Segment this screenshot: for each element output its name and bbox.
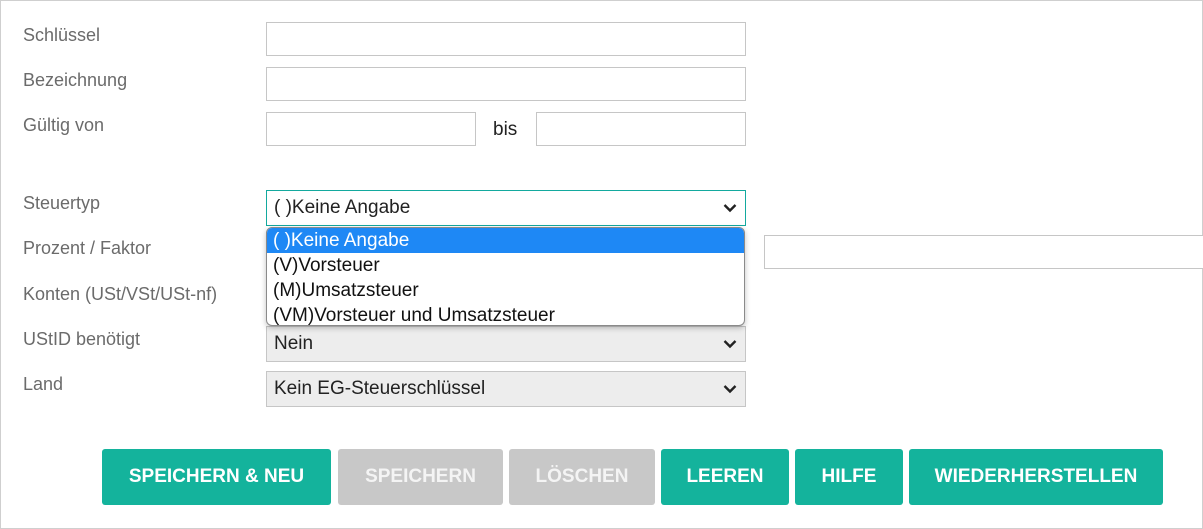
label-steuertyp: Steuertyp xyxy=(23,193,101,213)
gueltig-von-input[interactable] xyxy=(266,112,476,146)
chevron-down-icon xyxy=(723,340,737,349)
chevron-down-icon xyxy=(723,385,737,394)
steuertyp-dropdown-list: ( )Keine Angabe (V)Vorsteuer (M)Umsatzst… xyxy=(266,227,745,326)
delete-button[interactable]: LÖSCHEN xyxy=(509,449,655,505)
label-bezeichnung: Bezeichnung xyxy=(23,70,128,90)
label-konten: Konten (USt/VSt/USt-nf) xyxy=(23,284,218,304)
clear-button[interactable]: LEEREN xyxy=(661,449,789,505)
steuertyp-selected-value: ( )Keine Angabe xyxy=(274,197,411,218)
help-button[interactable]: HILFE xyxy=(795,449,903,505)
label-gueltig-von: Gültig von xyxy=(23,115,105,135)
label-ustid: UStID benötigt xyxy=(23,329,141,349)
chevron-down-icon xyxy=(723,204,737,213)
label-land: Land xyxy=(23,374,64,394)
steuertyp-option-vorsteuer-umsatzsteuer[interactable]: (VM)Vorsteuer und Umsatzsteuer xyxy=(267,303,744,325)
ustid-select[interactable]: Nein xyxy=(266,326,746,362)
bezeichnung-input[interactable] xyxy=(266,67,746,101)
steuertyp-select[interactable]: ( )Keine Angabe xyxy=(266,190,746,226)
label-schluessel: Schlüssel xyxy=(23,25,101,45)
bis-label: bis xyxy=(493,119,518,140)
steuertyp-option-vorsteuer[interactable]: (V)Vorsteuer xyxy=(267,253,744,278)
steuertyp-option-umsatzsteuer[interactable]: (M)Umsatzsteuer xyxy=(267,278,744,303)
prozent-faktor-input[interactable] xyxy=(764,235,1203,269)
save-and-new-button[interactable]: SPEICHERN & NEU xyxy=(102,449,331,505)
label-prozent-faktor: Prozent / Faktor xyxy=(23,238,152,258)
restore-button[interactable]: WIEDERHERSTELLEN xyxy=(909,449,1163,505)
schluessel-input[interactable] xyxy=(266,22,746,56)
ustid-selected-value: Nein xyxy=(274,333,314,354)
steuertyp-option-keine-angabe[interactable]: ( )Keine Angabe xyxy=(267,228,744,253)
gueltig-bis-input[interactable] xyxy=(536,112,746,146)
land-select[interactable]: Kein EG-Steuerschlüssel xyxy=(266,371,746,407)
save-button[interactable]: SPEICHERN xyxy=(338,449,503,505)
land-selected-value: Kein EG-Steuerschlüssel xyxy=(274,378,486,399)
